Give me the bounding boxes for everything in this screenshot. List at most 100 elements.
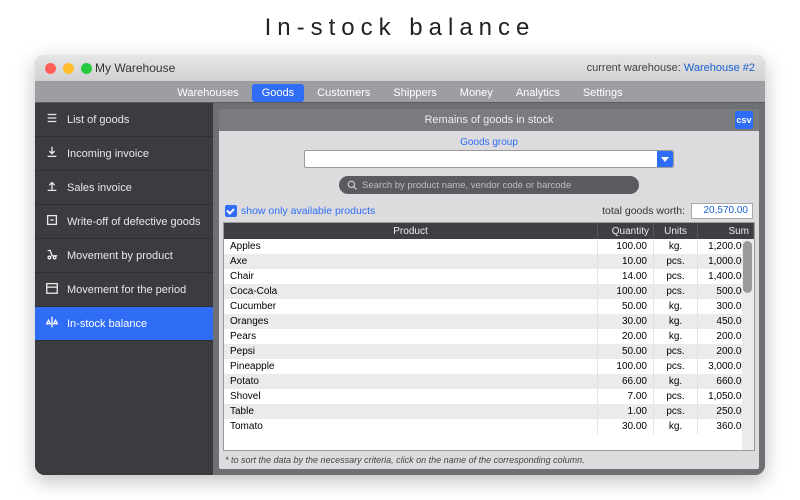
in-icon: [45, 145, 59, 162]
table-row[interactable]: Shovel7.00pcs.1,050.00: [224, 389, 754, 404]
window-title: My Warehouse: [95, 61, 175, 75]
tab-shippers[interactable]: Shippers: [383, 84, 446, 102]
tab-customers[interactable]: Customers: [307, 84, 380, 102]
total-goods-label: total goods worth:: [602, 205, 685, 217]
cell-quantity: 100.00: [598, 284, 654, 299]
cell-units: kg.: [654, 374, 698, 389]
show-only-checkbox[interactable]: [225, 205, 237, 217]
traffic-lights: [45, 63, 92, 74]
vertical-scrollbar[interactable]: [742, 239, 754, 450]
goods-group-label: Goods group: [229, 137, 749, 148]
filter-area: Goods group Search by product name, vend…: [219, 131, 759, 198]
sidebar-item-label: Movement for the period: [67, 284, 186, 296]
sidebar-item-writeoff[interactable]: Write-off of defective goods: [35, 205, 213, 239]
table-row[interactable]: Coca-Cola100.00pcs.500.00: [224, 284, 754, 299]
cell-product: Pineapple: [224, 359, 598, 374]
content-area: Remains of goods in stock csv Goods grou…: [213, 103, 765, 475]
cell-units: pcs.: [654, 254, 698, 269]
col-units[interactable]: Units: [654, 223, 698, 239]
table-row[interactable]: Pepsi50.00pcs.200.00: [224, 344, 754, 359]
page-title: In-stock balance: [0, 0, 800, 52]
stock-table: Product Quantity Units Sum Apples100.00k…: [224, 223, 754, 434]
tab-goods[interactable]: Goods: [252, 84, 304, 102]
cell-units: kg.: [654, 239, 698, 254]
table-row[interactable]: Pineapple100.00pcs.3,000.00: [224, 359, 754, 374]
scroll-thumb[interactable]: [743, 241, 752, 293]
cell-quantity: 100.00: [598, 239, 654, 254]
sidebar-item-balance[interactable]: In-stock balance: [35, 307, 213, 341]
cell-product: Shovel: [224, 389, 598, 404]
cell-quantity: 66.00: [598, 374, 654, 389]
table-row[interactable]: Apples100.00kg.1,200.00: [224, 239, 754, 254]
cell-units: pcs.: [654, 344, 698, 359]
cell-units: pcs.: [654, 284, 698, 299]
export-csv-button[interactable]: csv: [735, 111, 753, 129]
show-only-label[interactable]: show only available products: [241, 205, 375, 217]
cell-units: pcs.: [654, 389, 698, 404]
current-warehouse-link[interactable]: Warehouse #2: [684, 62, 755, 74]
cell-product: Pears: [224, 329, 598, 344]
sidebar-item-label: Write-off of defective goods: [67, 216, 201, 228]
zoom-icon[interactable]: [81, 63, 92, 74]
table-row[interactable]: Pears20.00kg.200.00: [224, 329, 754, 344]
cell-product: Axe: [224, 254, 598, 269]
current-warehouse-label: current warehouse:: [587, 62, 681, 74]
tab-settings[interactable]: Settings: [573, 84, 633, 102]
sort-footnote: * to sort the data by the necessary crit…: [219, 453, 759, 469]
app-window: My Warehouse current warehouse: Warehous…: [35, 55, 765, 475]
close-icon[interactable]: [45, 63, 56, 74]
minimize-icon[interactable]: [63, 63, 74, 74]
out-icon: [45, 179, 59, 196]
period-icon: [45, 281, 59, 298]
cell-quantity: 50.00: [598, 299, 654, 314]
sidebar-item-move[interactable]: Movement by product: [35, 239, 213, 273]
table-row[interactable]: Cucumber50.00kg.300.00: [224, 299, 754, 314]
cell-units: pcs.: [654, 359, 698, 374]
sidebar-item-out[interactable]: Sales invoice: [35, 171, 213, 205]
goods-group-select[interactable]: [304, 150, 674, 168]
main-tabs: WarehousesGoodsCustomersShippersMoneyAna…: [35, 81, 765, 103]
balance-icon: [45, 315, 59, 332]
col-quantity[interactable]: Quantity: [598, 223, 654, 239]
tab-analytics[interactable]: Analytics: [506, 84, 570, 102]
tab-money[interactable]: Money: [450, 84, 503, 102]
table-row[interactable]: Axe10.00pcs.1,000.00: [224, 254, 754, 269]
tab-warehouses[interactable]: Warehouses: [167, 84, 248, 102]
cell-product: Coca-Cola: [224, 284, 598, 299]
stock-table-wrapper: Product Quantity Units Sum Apples100.00k…: [223, 222, 755, 451]
table-row[interactable]: Potato66.00kg.660.00: [224, 374, 754, 389]
sidebar-item-period[interactable]: Movement for the period: [35, 273, 213, 307]
search-icon: [347, 180, 357, 190]
table-row[interactable]: Oranges30.00kg.450.00: [224, 314, 754, 329]
sidebar-item-label: Sales invoice: [67, 182, 132, 194]
list-icon: [45, 111, 59, 128]
cell-quantity: 1.00: [598, 404, 654, 419]
cell-quantity: 10.00: [598, 254, 654, 269]
table-row[interactable]: Table1.00pcs.250.00: [224, 404, 754, 419]
cell-quantity: 14.00: [598, 269, 654, 284]
panel-header: Remains of goods in stock csv: [219, 109, 759, 131]
table-row[interactable]: Chair14.00pcs.1,400.00: [224, 269, 754, 284]
cell-quantity: 100.00: [598, 359, 654, 374]
sidebar-item-list[interactable]: List of goods: [35, 103, 213, 137]
sidebar: List of goodsIncoming invoice Sales invoi…: [35, 103, 213, 475]
sidebar-item-label: In-stock balance: [67, 318, 147, 330]
move-icon: [45, 247, 59, 264]
cell-product: Cucumber: [224, 299, 598, 314]
cell-quantity: 30.00: [598, 314, 654, 329]
cell-units: pcs.: [654, 269, 698, 284]
cell-product: Chair: [224, 269, 598, 284]
table-row[interactable]: Tomato30.00kg.360.00: [224, 419, 754, 434]
table-header-row: Product Quantity Units Sum: [224, 223, 754, 239]
cell-quantity: 50.00: [598, 344, 654, 359]
total-goods-value: 20,570.00: [691, 203, 753, 219]
col-sum[interactable]: Sum: [698, 223, 754, 239]
col-product[interactable]: Product: [224, 223, 598, 239]
cell-product: Potato: [224, 374, 598, 389]
cell-product: Apples: [224, 239, 598, 254]
sidebar-item-in[interactable]: Incoming invoice: [35, 137, 213, 171]
cell-units: kg.: [654, 419, 698, 434]
cell-quantity: 30.00: [598, 419, 654, 434]
search-input[interactable]: Search by product name, vendor code or b…: [339, 176, 639, 194]
cell-units: pcs.: [654, 404, 698, 419]
